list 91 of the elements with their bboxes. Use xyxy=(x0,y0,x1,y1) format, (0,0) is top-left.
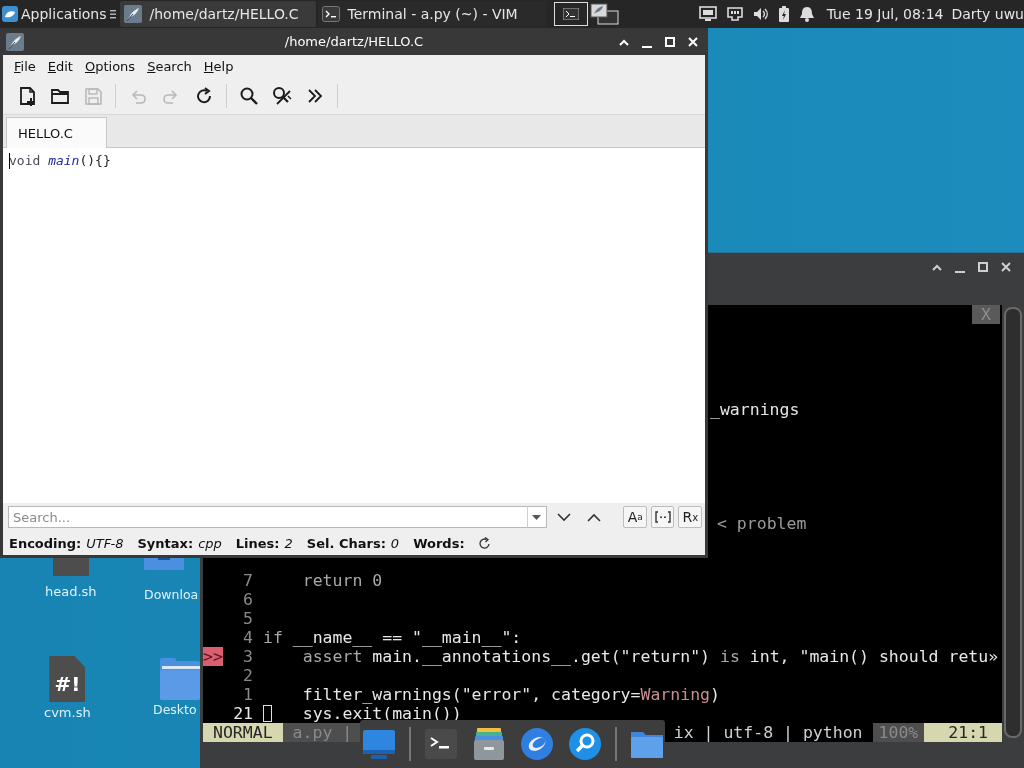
folder-icon[interactable] xyxy=(160,658,200,700)
applications-menu[interactable]: Applications xyxy=(0,0,110,28)
line-number: 5 xyxy=(242,609,253,628)
menu-item[interactable]: File xyxy=(8,55,42,78)
status-value: 2 xyxy=(284,535,293,551)
feather-icon xyxy=(6,32,24,51)
file-info-text: ix | utf-8 | python xyxy=(673,723,864,742)
close-icon xyxy=(687,35,699,48)
document-tab[interactable]: HELLO.C xyxy=(6,117,107,148)
code-line: filter_warnings("error", category=Warning) xyxy=(301,685,720,704)
code-line: _warnings xyxy=(710,400,800,419)
dropdown-arrow-icon xyxy=(532,514,542,520)
status-value: cpp xyxy=(198,535,222,551)
mode-indicator: NORMAL xyxy=(203,723,283,742)
text-area[interactable]: void main(){} xyxy=(3,148,705,503)
menu-item[interactable]: Options xyxy=(78,55,142,78)
minimize-icon xyxy=(642,45,652,48)
line-number: 2 xyxy=(242,666,253,685)
notification-bell-icon[interactable] xyxy=(798,6,815,22)
file-name-label[interactable]: Deskto xyxy=(153,702,197,717)
close-icon xyxy=(1000,261,1012,273)
code-line: return 0 xyxy=(301,571,383,590)
folder-icon xyxy=(50,86,70,106)
chevron-up-icon xyxy=(586,512,601,522)
maximize-icon xyxy=(977,261,989,273)
maximize-button[interactable] xyxy=(977,261,989,273)
volume-icon[interactable] xyxy=(752,7,769,21)
status-label: Sel. Chars: xyxy=(306,535,386,551)
shell-script-icon[interactable]: #! xyxy=(49,656,86,702)
line-number: 4 xyxy=(242,628,253,647)
user-menu[interactable]: Darty uwu xyxy=(951,6,1024,22)
scrollbar[interactable] xyxy=(1004,307,1022,738)
file-name-label[interactable]: head.sh xyxy=(45,584,97,599)
refresh-button[interactable] xyxy=(477,536,491,550)
find-replace-icon xyxy=(272,86,292,106)
match-case-button[interactable]: A$^{a}$ xyxy=(623,506,647,528)
search-icon[interactable] xyxy=(566,726,603,762)
position-segment: 21:1 xyxy=(924,723,1002,742)
battery-charging-icon[interactable] xyxy=(778,6,789,22)
clock[interactable]: Tue 19 Jul, 08:14 xyxy=(826,6,944,22)
network-monitor-icon[interactable] xyxy=(698,6,717,22)
close-button[interactable] xyxy=(1000,261,1012,273)
terminal-icon xyxy=(321,5,340,23)
status-label: Syntax: xyxy=(137,535,194,551)
workspace-button[interactable] xyxy=(587,2,622,26)
browser-icon[interactable] xyxy=(518,726,555,762)
terminal-thumbnail-icon xyxy=(562,8,579,20)
line-number: 1 xyxy=(242,685,253,704)
search-icon xyxy=(239,86,259,106)
status-label: Lines: xyxy=(235,535,280,551)
status-label: Encoding: xyxy=(9,535,82,551)
workspace-button[interactable] xyxy=(553,2,588,26)
line-number: 3 xyxy=(242,647,253,666)
code-line: < problem xyxy=(717,514,807,533)
error-sign: >> xyxy=(203,647,223,666)
maximize-icon xyxy=(664,35,676,48)
status-value: 0 xyxy=(390,535,400,551)
window-title: /home/dartz/HELLO.C xyxy=(283,34,425,49)
feather-icon xyxy=(123,5,142,23)
code-line: if __name__ == "__main__": xyxy=(263,628,522,647)
file-name-label[interactable]: Downloa xyxy=(144,587,199,602)
chevron-down-icon xyxy=(557,512,572,522)
menu-item[interactable]: Help xyxy=(197,55,240,78)
minimize-icon xyxy=(955,271,965,273)
percent-segment: 100% xyxy=(872,723,925,742)
window-thumbnails-icon xyxy=(589,3,620,25)
search-field[interactable]: Search... xyxy=(8,506,527,528)
terminal-icon[interactable] xyxy=(422,726,459,762)
mouse-logo-icon xyxy=(2,6,18,22)
taskbar-button[interactable]: Terminal - a.py (~) - VIM xyxy=(317,1,546,27)
whole-word-button[interactable] xyxy=(651,506,675,528)
reload-icon xyxy=(194,86,214,106)
whole-word-icon xyxy=(654,511,671,523)
code-line: assert main.__annotations__.get("return") is int, "main() should retu» xyxy=(301,647,999,666)
status-value: UTF-8 xyxy=(86,535,124,551)
line-number: 6 xyxy=(242,590,253,609)
new-file-icon xyxy=(17,86,37,106)
code-line: void main(){} xyxy=(9,153,111,168)
menu-icon xyxy=(109,8,116,20)
text-cursor xyxy=(9,153,10,169)
ethernet-icon[interactable] xyxy=(726,7,743,21)
menu-item[interactable]: Edit xyxy=(41,55,79,78)
line-number: 7 xyxy=(242,571,253,590)
status-label: Words: xyxy=(413,535,465,551)
line-number: 21 xyxy=(232,704,253,723)
refresh-icon xyxy=(477,536,491,550)
code-line: sys.exit(main()) xyxy=(263,704,462,723)
taskbar-button[interactable]: /home/dartz/HELLO.C xyxy=(119,1,316,27)
file-name-label[interactable]: cvm.sh xyxy=(44,705,91,720)
dropdown-button[interactable] xyxy=(526,506,547,528)
menu-item[interactable]: Search xyxy=(141,55,198,78)
